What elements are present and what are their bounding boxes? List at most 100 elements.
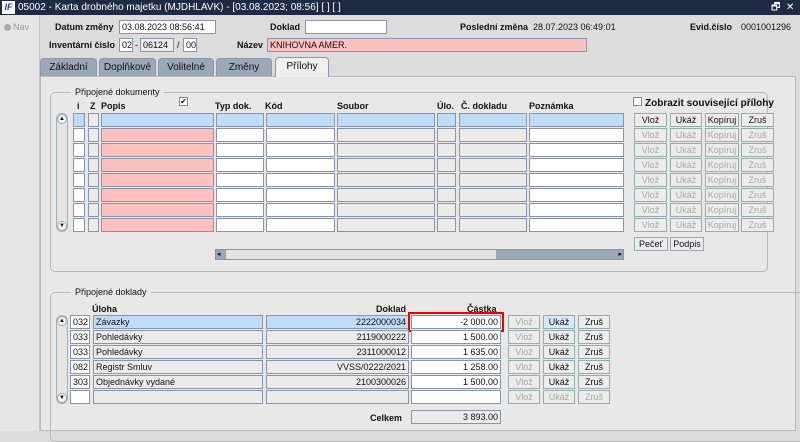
show-button[interactable]: Ukáž bbox=[670, 143, 702, 157]
poznamka-cell[interactable] bbox=[529, 128, 624, 142]
typ-dok-cell[interactable] bbox=[216, 143, 264, 157]
copy-button[interactable]: Kopíruj bbox=[705, 158, 739, 172]
kod-cell[interactable] bbox=[266, 143, 335, 157]
insert-button[interactable]: Vlož bbox=[508, 345, 540, 359]
typ-dok-cell[interactable] bbox=[216, 173, 264, 187]
delete-button[interactable]: Zruš bbox=[578, 345, 610, 359]
close-icon[interactable]: ✕ bbox=[786, 0, 794, 15]
linked-vertical-scrollbar[interactable]: ▲ ▼ bbox=[56, 315, 68, 404]
ulo-cell[interactable] bbox=[437, 173, 456, 187]
show-button[interactable]: Ukáž bbox=[543, 330, 575, 344]
popis-cell[interactable] bbox=[101, 173, 214, 187]
scroll-right-icon[interactable]: ▸ bbox=[618, 250, 622, 258]
scroll-up-icon[interactable]: ▲ bbox=[57, 316, 67, 326]
kod-cell[interactable] bbox=[266, 188, 335, 202]
soubor-cell[interactable] bbox=[337, 203, 435, 217]
insert-button[interactable]: Vlož bbox=[634, 128, 667, 142]
show-button[interactable]: Ukáž bbox=[543, 375, 575, 389]
documents-vertical-scrollbar[interactable]: ▲ ▼ bbox=[56, 113, 68, 232]
c-dokladu-cell[interactable] bbox=[459, 218, 527, 232]
info-cell[interactable] bbox=[73, 188, 85, 202]
inv-part3-field[interactable]: 00 bbox=[183, 38, 197, 52]
kod-cell[interactable] bbox=[266, 128, 335, 142]
show-button[interactable]: Ukáž bbox=[670, 203, 702, 217]
uloha-code-cell[interactable]: 303 bbox=[70, 375, 90, 389]
ulo-cell[interactable] bbox=[437, 143, 456, 157]
soubor-cell[interactable] bbox=[337, 173, 435, 187]
show-button[interactable]: Ukáž bbox=[543, 315, 575, 329]
popis-cell[interactable] bbox=[101, 128, 214, 142]
info-cell[interactable] bbox=[73, 173, 85, 187]
sign-button[interactable]: Podpis bbox=[670, 237, 704, 251]
info-cell[interactable] bbox=[73, 143, 85, 157]
insert-button[interactable]: Vlož bbox=[508, 330, 540, 344]
uloha-code-cell[interactable]: 032 bbox=[70, 315, 90, 329]
scroll-down-icon[interactable]: ▼ bbox=[57, 221, 67, 231]
soubor-cell[interactable] bbox=[337, 188, 435, 202]
show-button[interactable]: Ukáž bbox=[543, 345, 575, 359]
stamp-button[interactable]: Pečeť bbox=[634, 237, 668, 251]
typ-dok-cell[interactable] bbox=[216, 203, 264, 217]
delete-button[interactable]: Zruš bbox=[578, 375, 610, 389]
copy-button[interactable]: Kopíruj bbox=[705, 218, 739, 232]
z-cell[interactable] bbox=[88, 218, 99, 232]
castka-cell[interactable]: 1 635.00 bbox=[411, 345, 501, 359]
z-cell[interactable] bbox=[88, 158, 99, 172]
insert-button[interactable]: Vlož bbox=[634, 173, 667, 187]
z-cell[interactable] bbox=[88, 188, 99, 202]
c-dokladu-cell[interactable] bbox=[459, 188, 527, 202]
delete-button[interactable]: Zruš bbox=[741, 218, 774, 232]
typ-dok-cell[interactable] bbox=[216, 128, 264, 142]
uloha-name-cell[interactable]: Pohledávky bbox=[93, 330, 263, 344]
uloha-code-cell[interactable]: 082 bbox=[70, 360, 90, 374]
copy-button[interactable]: Kopíruj bbox=[705, 203, 739, 217]
uloha-name-cell[interactable]: Objednávky vydané bbox=[93, 375, 263, 389]
delete-button[interactable]: Zruš bbox=[578, 390, 610, 404]
info-cell[interactable] bbox=[73, 158, 85, 172]
delete-button[interactable]: Zruš bbox=[578, 315, 610, 329]
soubor-cell[interactable] bbox=[337, 158, 435, 172]
show-button[interactable]: Ukáž bbox=[543, 360, 575, 374]
kod-cell[interactable] bbox=[266, 203, 335, 217]
ulo-cell[interactable] bbox=[437, 203, 456, 217]
show-button[interactable]: Ukáž bbox=[543, 390, 575, 404]
uloha-code-cell[interactable]: 033 bbox=[70, 345, 90, 359]
poznamka-cell[interactable] bbox=[529, 143, 624, 157]
tab-zakladni[interactable]: Základní bbox=[40, 58, 97, 76]
copy-button[interactable]: Kopíruj bbox=[705, 143, 739, 157]
nav-radio-icon[interactable] bbox=[4, 24, 11, 31]
show-button[interactable]: Ukáž bbox=[670, 188, 702, 202]
z-cell[interactable] bbox=[88, 143, 99, 157]
kod-cell[interactable] bbox=[266, 113, 335, 127]
castka-cell[interactable]: 1 258.00 bbox=[411, 360, 501, 374]
copy-button[interactable]: Kopíruj bbox=[705, 113, 739, 127]
typ-dok-cell[interactable] bbox=[216, 113, 264, 127]
copy-button[interactable]: Kopíruj bbox=[705, 188, 739, 202]
soubor-cell[interactable] bbox=[337, 143, 435, 157]
typ-dok-cell[interactable] bbox=[216, 218, 264, 232]
popis-cell[interactable] bbox=[101, 203, 214, 217]
doklad-cell[interactable]: VVSS/0222/2021 bbox=[266, 360, 409, 374]
show-button[interactable]: Ukáž bbox=[670, 128, 702, 142]
show-related-checkbox[interactable] bbox=[633, 97, 642, 106]
nav-label[interactable]: Nav bbox=[13, 22, 29, 32]
delete-button[interactable]: Zruš bbox=[741, 113, 774, 127]
info-cell[interactable] bbox=[73, 218, 85, 232]
info-cell[interactable] bbox=[73, 113, 85, 127]
insert-button[interactable]: Vlož bbox=[634, 218, 667, 232]
info-cell[interactable] bbox=[73, 203, 85, 217]
popis-cell[interactable] bbox=[101, 158, 214, 172]
delete-button[interactable]: Zruš bbox=[741, 173, 774, 187]
insert-button[interactable]: Vlož bbox=[634, 113, 667, 127]
delete-button[interactable]: Zruš bbox=[741, 158, 774, 172]
ulo-cell[interactable] bbox=[437, 188, 456, 202]
ulo-cell[interactable] bbox=[437, 218, 456, 232]
popis-cell[interactable] bbox=[101, 188, 214, 202]
kod-cell[interactable] bbox=[266, 218, 335, 232]
insert-button[interactable]: Vlož bbox=[634, 188, 667, 202]
soubor-cell[interactable] bbox=[337, 218, 435, 232]
insert-button[interactable]: Vlož bbox=[634, 203, 667, 217]
delete-button[interactable]: Zruš bbox=[578, 360, 610, 374]
poznamka-cell[interactable] bbox=[529, 158, 624, 172]
poznamka-cell[interactable] bbox=[529, 218, 624, 232]
